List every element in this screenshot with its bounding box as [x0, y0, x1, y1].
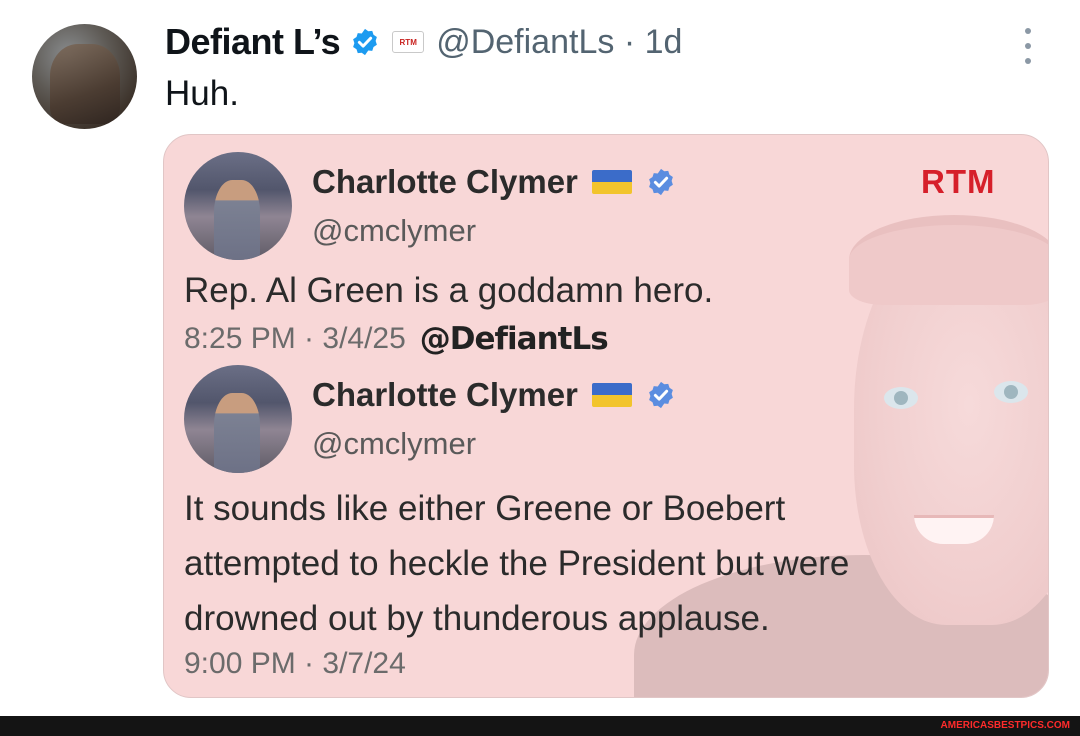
post-text: Huh.	[165, 74, 239, 113]
affiliate-badge: RTM	[392, 31, 425, 53]
quote2-text-line: attempted to heckle the President but we…	[184, 544, 850, 583]
author-handle[interactable]: @DefiantLs · 1d	[436, 23, 682, 62]
post-time[interactable]: 1d	[645, 23, 683, 61]
quote2-timestamp: 9:00 PM · 3/7/24	[184, 647, 406, 680]
quote2-text: It sounds like either Greene or Boebert …	[184, 481, 849, 646]
verified-badge-icon	[649, 381, 673, 409]
quote2-text-line: It sounds like either Greene or Boebert	[184, 489, 786, 528]
photo-cap	[849, 215, 1048, 305]
separator: ·	[623, 22, 636, 61]
site-footer: AMERICASBESTPICS.COM	[0, 716, 1080, 736]
ukraine-flag-icon	[591, 383, 632, 407]
quote2-handle: @cmclymer	[312, 426, 477, 461]
verified-badge-icon	[353, 28, 378, 56]
quote2-avatar	[184, 365, 292, 473]
handle-text: @DefiantLs	[436, 22, 615, 61]
quote1-text: Rep. Al Green is a goddamn hero.	[184, 271, 714, 310]
avatar-figure	[50, 44, 120, 124]
more-options-icon[interactable]	[1020, 28, 1036, 64]
photo-eye-right	[994, 381, 1028, 403]
quote1-meta: 8:25 PM · 3/4/25 @DefiantLs	[184, 321, 609, 357]
photo-eye-left	[884, 387, 918, 409]
author-name[interactable]: Defiant L’s	[165, 21, 341, 63]
quote1-timestamp: 8:25 PM · 3/4/25	[184, 322, 406, 355]
quote1-name-row: Charlotte Clymer	[312, 163, 676, 201]
verified-badge-icon	[649, 168, 673, 196]
quote2-name-row: Charlotte Clymer	[312, 376, 676, 414]
watermark-handle: @DefiantLs	[419, 321, 609, 357]
quote1-name: Charlotte Clymer	[312, 163, 578, 200]
quote2-name: Charlotte Clymer	[312, 376, 578, 413]
site-watermark: AMERICASBESTPICS.COM	[940, 720, 1070, 731]
post-header: Defiant L’s RTM @DefiantLs · 1d	[165, 18, 682, 66]
post-media-image[interactable]: RTM Charlotte Clymer @cmclymer Rep. Al G…	[163, 134, 1049, 698]
quote2-text-line: drowned out by thunderous applause.	[184, 599, 770, 638]
rtm-logo: RTM	[921, 163, 996, 200]
quote1-handle: @cmclymer	[312, 213, 477, 248]
ukraine-flag-icon	[591, 170, 632, 194]
author-avatar[interactable]	[32, 24, 137, 129]
quote1-avatar	[184, 152, 292, 260]
